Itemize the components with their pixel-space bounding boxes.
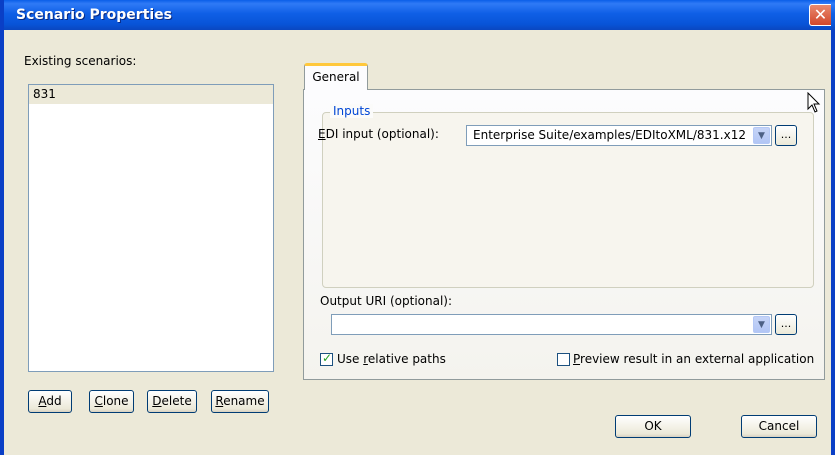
window-title: Scenario Properties xyxy=(16,7,173,23)
inputs-group-legend: Inputs xyxy=(330,104,374,118)
mouse-cursor-icon xyxy=(807,92,821,113)
scenarios-list[interactable]: 831 xyxy=(28,84,274,372)
delete-button[interactable]: Delete xyxy=(147,390,197,413)
relative-paths-checkbox[interactable]: ✓ xyxy=(320,351,333,366)
clone-button[interactable]: Clone xyxy=(89,390,134,413)
existing-scenarios-label: Existing scenarios: xyxy=(24,54,137,68)
list-item[interactable]: 831 xyxy=(29,85,273,104)
output-uri-combobox[interactable]: ▼ xyxy=(331,314,772,335)
edi-input-value: Enterprise Suite/examples/EDItoXML/831.x… xyxy=(473,128,746,142)
close-icon[interactable]: ✕ xyxy=(809,4,831,26)
rename-button[interactable]: Rename xyxy=(211,390,269,413)
relative-paths-label[interactable]: Use relative paths xyxy=(337,352,446,366)
preview-checkbox[interactable] xyxy=(557,353,570,366)
title-bar[interactable]: Scenario Properties xyxy=(4,0,835,30)
output-uri-label: Output URI (optional): xyxy=(320,294,453,308)
ok-button[interactable]: OK xyxy=(615,415,691,438)
output-browse-button[interactable]: ... xyxy=(775,314,797,335)
edi-input-combobox[interactable]: Enterprise Suite/examples/EDItoXML/831.x… xyxy=(466,125,772,146)
edi-input-label: EDI input (optional): xyxy=(318,127,439,141)
chevron-down-icon[interactable]: ▼ xyxy=(753,127,770,144)
preview-label[interactable]: Preview result in an external applicatio… xyxy=(573,352,814,366)
cancel-button[interactable]: Cancel xyxy=(741,415,817,438)
scenario-properties-dialog: Scenario Properties ✕ Existing scenarios… xyxy=(0,0,835,455)
chevron-down-icon[interactable]: ▼ xyxy=(753,316,770,333)
edi-browse-button[interactable]: ... xyxy=(775,125,797,146)
add-button[interactable]: Add xyxy=(28,390,72,413)
check-icon: ✓ xyxy=(322,351,333,365)
tab-general[interactable]: General xyxy=(304,63,368,90)
